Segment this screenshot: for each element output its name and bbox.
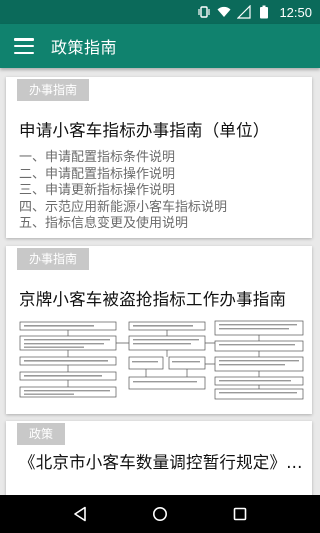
list-item: 四、示范应用新能源小客车指标说明 (19, 199, 228, 215)
guide-card[interactable]: 办事指南 申请小客车指标办事指南（单位） 一、申请配置指标条件说明 二、申请配置… (6, 77, 312, 238)
navigation-bar (0, 495, 320, 533)
guide-card[interactable]: 办事指南 京牌小客车被盗抢指标工作办事指南 (6, 246, 312, 414)
back-icon[interactable] (66, 500, 94, 528)
status-time: 12:50 (279, 4, 312, 20)
category-tag: 政策 (17, 423, 66, 445)
vibrate-icon (197, 5, 211, 19)
signal-icon (237, 5, 252, 19)
flowchart-thumbnail (19, 319, 304, 401)
card-item-list: 一、申请配置指标条件说明 二、申请配置指标操作说明 三、申请更新指标操作说明 四… (19, 150, 227, 233)
status-bar: 12:50 (0, 0, 320, 24)
home-icon[interactable] (146, 500, 174, 528)
page-title: 政策指南 (51, 38, 118, 57)
recents-icon[interactable] (226, 500, 254, 528)
menu-icon[interactable] (14, 38, 34, 54)
card-title: 京牌小客车被盗抢指标工作办事指南 (19, 290, 287, 309)
list-item: 五、指标信息变更及使用说明 (19, 216, 189, 231)
list-item: 三、申请更新指标操作说明 (19, 183, 176, 198)
battery-icon (257, 5, 271, 19)
category-tag: 办事指南 (17, 248, 90, 270)
guide-list[interactable]: 办事指南 申请小客车指标办事指南（单位） 一、申请配置指标条件说明 二、申请配置… (0, 68, 320, 495)
guide-card[interactable]: 政策 《北京市小客车数量调控暂行规定》... (6, 421, 312, 495)
list-item: 一、申请配置指标条件说明 (19, 150, 176, 165)
card-title: 申请小客车指标办事指南（单位） (19, 121, 270, 140)
card-title: 《北京市小客车数量调控暂行规定》... (19, 453, 303, 472)
app-bar: 政策指南 (0, 24, 320, 68)
list-item: 二、申请配置指标操作说明 (19, 166, 176, 182)
wifi-icon (217, 5, 231, 19)
category-tag: 办事指南 (17, 79, 90, 101)
